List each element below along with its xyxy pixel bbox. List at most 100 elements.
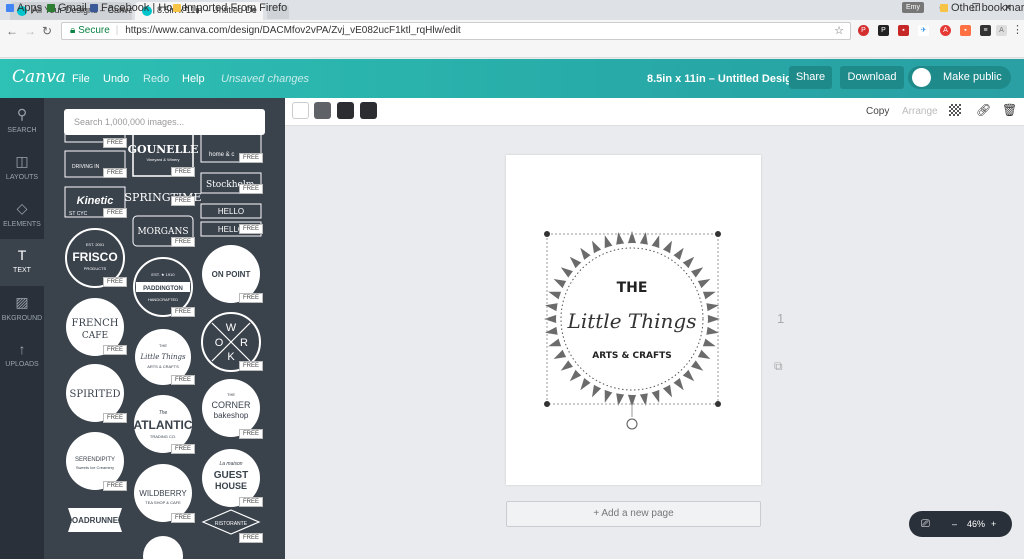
duplicate-page-icon[interactable]: ⧉ [774, 359, 783, 374]
toggle-knob [912, 68, 931, 87]
extension-gray-icon[interactable]: A [996, 25, 1007, 36]
rail-layouts[interactable]: ◫ LAYOUTS [0, 145, 44, 192]
resize-handle[interactable] [715, 231, 721, 237]
tile-atlantic-the: The [159, 410, 168, 416]
rail-elements[interactable]: ◇ ELEMENTS [0, 192, 44, 239]
resize-handle[interactable] [544, 231, 550, 237]
unsaved-status: Unsaved changes [221, 73, 309, 85]
link-icon[interactable]: 🔗︎ [976, 103, 991, 117]
bookmark-apps[interactable]: Apps [6, 2, 42, 14]
resize-handle[interactable] [544, 401, 550, 407]
chrome-menu-icon[interactable]: ⋮ [1012, 23, 1023, 36]
extension-red-icon[interactable]: ▪ [898, 25, 909, 36]
bookmark-gmail[interactable]: Gmail [47, 2, 87, 14]
tile-hello-text: HELLO [218, 207, 244, 216]
extension-p-icon[interactable]: P [878, 25, 889, 36]
rail-background[interactable]: ▨ BKGROUND [0, 286, 44, 333]
back-icon[interactable]: ← [6, 24, 18, 38]
template-tile-roadrunner[interactable]: ROADRUNNER [66, 508, 124, 532]
rail-label: LAYOUTS [5, 174, 39, 181]
zoom-level[interactable]: 46% [967, 511, 985, 537]
add-new-page-button[interactable]: + Add a new page [506, 501, 761, 527]
color-swatch[interactable] [314, 102, 331, 119]
rail-uploads[interactable]: ↑ UPLOADS [0, 333, 44, 380]
free-badge: FREE [103, 138, 128, 148]
bookmark-star-icon[interactable]: ☆ [834, 23, 844, 39]
text-templates-grid: DRIVING IN GOUNELLE Vineyard & Winery ho… [64, 127, 262, 559]
tile-gounelle-sub: Vineyard & Winery [146, 157, 179, 162]
extension-layers-icon[interactable]: ≡ [980, 25, 991, 36]
make-public-label: Make public [943, 71, 1002, 83]
search-icon: ⚲ [16, 106, 28, 122]
tile-frisco-text: FRISCO [72, 250, 117, 264]
present-icon[interactable]: ⎚ [921, 511, 930, 537]
tile-serendipity-sub: Sweets Ice Creamery [76, 465, 114, 470]
trash-icon[interactable]: 🗑︎ [1002, 103, 1017, 117]
rail-search[interactable]: ⚲ SEARCH [0, 98, 44, 145]
free-badge: FREE [239, 361, 264, 371]
bookmark-label: Apps [17, 2, 43, 14]
tile-bakeshop-text: bakeshop [214, 411, 249, 420]
tile-r-text: R [240, 337, 248, 349]
copy-button[interactable]: Copy [866, 106, 889, 117]
tile-o-text: O [215, 337, 224, 349]
bookmark-label: Other bookmarks [951, 2, 1024, 14]
free-badge: FREE [171, 167, 196, 177]
rail-text[interactable]: T TEXT [0, 239, 44, 286]
reload-icon[interactable]: ↻ [42, 24, 52, 38]
file-menu[interactable]: File [72, 73, 90, 85]
tile-wildberry-text: WILDBERRY [139, 489, 187, 498]
canva-logo[interactable]: Canva [12, 67, 66, 87]
color-swatch[interactable] [292, 102, 309, 119]
pinterest-icon[interactable]: P [858, 25, 869, 36]
rotate-handle-icon[interactable] [626, 418, 638, 430]
secure-lock-icon: 🔒︎ Secure [70, 25, 110, 36]
free-badge: FREE [239, 533, 264, 543]
template-tile-bottom-circle[interactable] [143, 536, 183, 559]
redo-button[interactable]: Redo [143, 73, 169, 85]
make-public-toggle[interactable]: Make public [908, 66, 1011, 89]
rail-label: SEARCH [7, 127, 37, 134]
zoom-out-button[interactable]: – [952, 511, 957, 537]
resize-handle[interactable] [715, 401, 721, 407]
zoom-in-button[interactable]: + [991, 511, 996, 537]
url-input[interactable]: 🔒︎ Secure | https://www.canva.com/design/… [61, 22, 851, 40]
layouts-icon: ◫ [15, 153, 29, 169]
arrange-button[interactable]: Arrange [902, 106, 938, 117]
bookmark-imported-folder[interactable]: Imported From Firefo [173, 2, 287, 14]
extension-a-icon[interactable]: A [940, 25, 951, 36]
app-window: All Your Designs – Canva ✕ 8.5in x 11in … [0, 0, 1024, 559]
page-number: 1 [777, 311, 785, 326]
color-swatch[interactable] [337, 102, 354, 119]
forward-icon[interactable]: → [24, 24, 36, 38]
extension-bird-icon[interactable]: ✈ [918, 25, 929, 36]
help-menu[interactable]: Help [182, 73, 205, 85]
template-tile-ristorante[interactable]: RISTORANTE [201, 509, 261, 535]
image-search-input[interactable]: Search 1,000,000 images... [64, 109, 265, 135]
color-swatch[interactable] [360, 102, 377, 119]
selected-badge-element[interactable]: THE Little Things ARTS & CRAFTS [506, 155, 761, 485]
undo-button[interactable]: Undo [103, 73, 129, 85]
facebook-icon [90, 4, 98, 12]
tile-w-text: W [226, 322, 237, 334]
extension-orange-icon[interactable]: ▪ [960, 25, 971, 36]
profile-badge[interactable]: Emy [902, 2, 924, 13]
tile-kinetic-text: Kinetic [77, 195, 114, 207]
tile-roadrunner-text: ROADRUNNER [66, 516, 124, 525]
transparency-icon[interactable] [949, 104, 961, 116]
free-badge: FREE [239, 224, 264, 234]
tile-house-text: HOUSE [215, 481, 247, 491]
free-badge: FREE [239, 429, 264, 439]
text-panel: DRIVING IN GOUNELLE Vineyard & Winery ho… [44, 98, 285, 559]
download-button[interactable]: Download [840, 66, 904, 89]
tile-spirited-text: SPIRITED [70, 389, 121, 400]
free-badge: FREE [239, 153, 264, 163]
bookmark-other[interactable]: Other bookmarks [940, 2, 1024, 14]
badge-sub-text: ARTS & CRAFTS [592, 351, 672, 361]
share-button[interactable]: Share [789, 66, 832, 89]
tile-driving-text: DRIVING IN [72, 164, 100, 170]
tile-atlantic-sub: TRADING CO. [150, 434, 176, 439]
free-badge: FREE [239, 293, 264, 303]
design-title[interactable]: 8.5in x 11in – Untitled Design [647, 73, 799, 85]
free-badge: FREE [171, 237, 196, 247]
